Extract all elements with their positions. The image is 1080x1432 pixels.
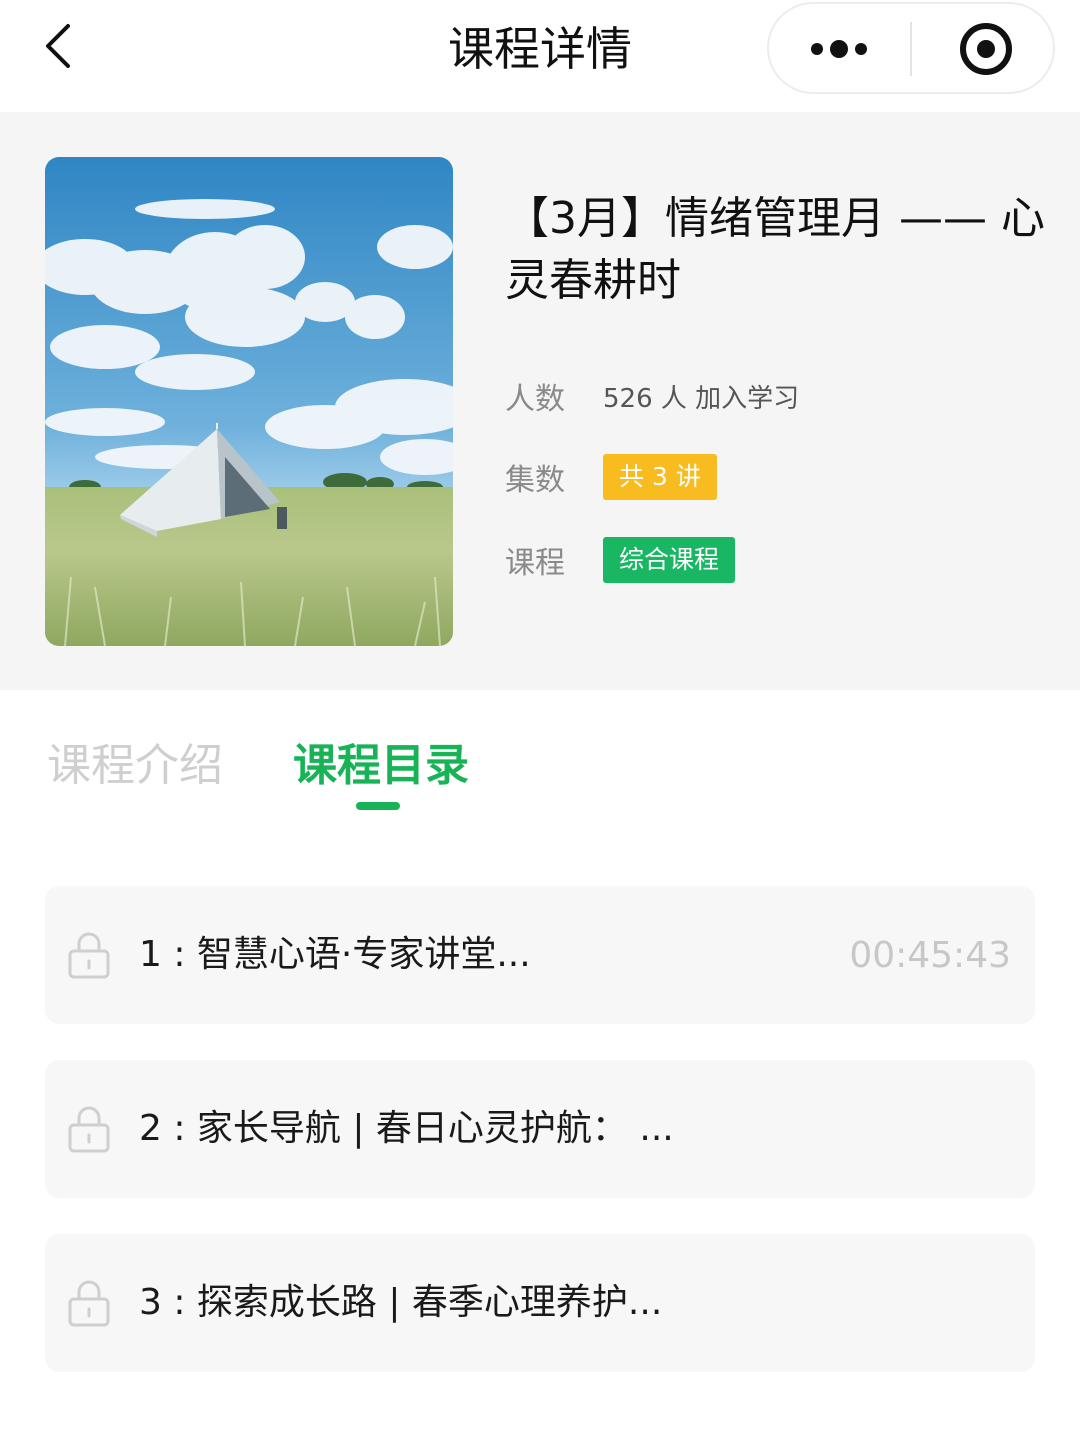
active-tab-indicator bbox=[356, 802, 400, 810]
learners-value: 526 人 加入学习 bbox=[603, 383, 800, 414]
course-header: 【3月】情绪管理月 —— 心灵春耕时 人数 526 人 加入学习 集数 共 3 … bbox=[0, 112, 1080, 690]
learners-label: 人数 bbox=[505, 382, 565, 417]
learners-row: 人数 526 人 加入学习 bbox=[505, 372, 799, 420]
tab-course-intro[interactable]: 课程介绍 bbox=[47, 736, 223, 796]
episodes-label: 集数 bbox=[505, 463, 565, 498]
lesson-title: 3 : 探索成长路 | 春季心理养护... bbox=[139, 1282, 663, 1323]
course-cover-image bbox=[45, 157, 453, 646]
course-type-badge: 综合课程 bbox=[603, 537, 736, 583]
navigation-bar: 课程详情 bbox=[0, 0, 1080, 112]
lesson-duration: 00:45:43 bbox=[849, 935, 1011, 976]
lesson-item[interactable]: 3 : 探索成长路 | 春季心理养护... bbox=[45, 1234, 1035, 1372]
lesson-item[interactable]: 2 : 家长导航 | 春日心灵护航： ... bbox=[45, 1060, 1035, 1198]
lock-icon bbox=[68, 1280, 110, 1327]
tab-course-catalog[interactable]: 课程目录 bbox=[293, 736, 469, 796]
lock-icon bbox=[68, 932, 110, 979]
course-type-row: 课程 综合课程 bbox=[505, 536, 736, 584]
more-dots-icon bbox=[811, 40, 867, 58]
lock-icon bbox=[68, 1106, 110, 1153]
close-button[interactable] bbox=[912, 4, 1055, 92]
episodes-badge: 共 3 讲 bbox=[603, 454, 717, 500]
episodes-row: 集数 共 3 讲 bbox=[505, 453, 717, 501]
close-target-icon bbox=[960, 23, 1012, 75]
course-type-label: 课程 bbox=[505, 546, 565, 581]
course-title: 【3月】情绪管理月 —— 心灵春耕时 bbox=[505, 193, 1045, 306]
lesson-item[interactable]: 1 : 智慧心语·专家讲堂... 00:45:43 bbox=[45, 886, 1035, 1024]
lesson-title: 1 : 智慧心语·专家讲堂... bbox=[139, 934, 531, 975]
lesson-title: 2 : 家长导航 | 春日心灵护航： ... bbox=[139, 1108, 674, 1149]
more-button[interactable] bbox=[769, 4, 911, 92]
mini-program-capsule bbox=[767, 2, 1055, 94]
